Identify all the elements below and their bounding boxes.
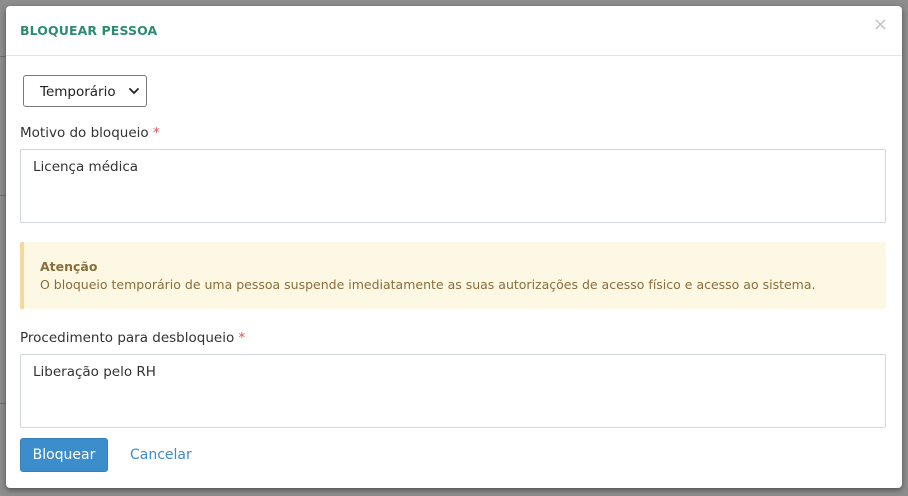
alert-message: O bloqueio temporário de uma pessoa susp… — [40, 277, 816, 292]
warning-alert: Atenção O bloqueio temporário de uma pes… — [20, 242, 886, 309]
block-person-modal: BLOQUEAR PESSOA × Temporário Motivo do b… — [6, 6, 902, 488]
unblock-procedure-label-text: Procedimento para desbloqueio — [20, 330, 235, 346]
unblock-procedure-label: Procedimento para desbloqueio * — [20, 330, 245, 346]
block-type-select[interactable]: Temporário — [23, 75, 147, 107]
reason-value: Licença médica — [33, 159, 139, 175]
required-marker: * — [152, 125, 160, 141]
reason-textarea[interactable]: Licença médica — [20, 149, 886, 223]
reason-label-text: Motivo do bloqueio — [20, 125, 149, 141]
chevron-down-icon — [129, 88, 139, 94]
cancel-button[interactable]: Cancelar — [130, 447, 192, 463]
alert-title: Atenção — [40, 259, 98, 274]
block-type-selected-value: Temporário — [40, 84, 116, 100]
close-icon[interactable]: × — [873, 15, 888, 35]
modal-title: BLOQUEAR PESSOA — [20, 23, 158, 38]
modal-header: BLOQUEAR PESSOA × — [6, 6, 902, 56]
reason-label: Motivo do bloqueio * — [20, 125, 160, 141]
required-marker: * — [238, 330, 246, 346]
block-button[interactable]: Bloquear — [20, 438, 108, 472]
unblock-procedure-value: Liberação pelo RH — [33, 364, 156, 380]
unblock-procedure-textarea[interactable]: Liberação pelo RH — [20, 354, 886, 428]
